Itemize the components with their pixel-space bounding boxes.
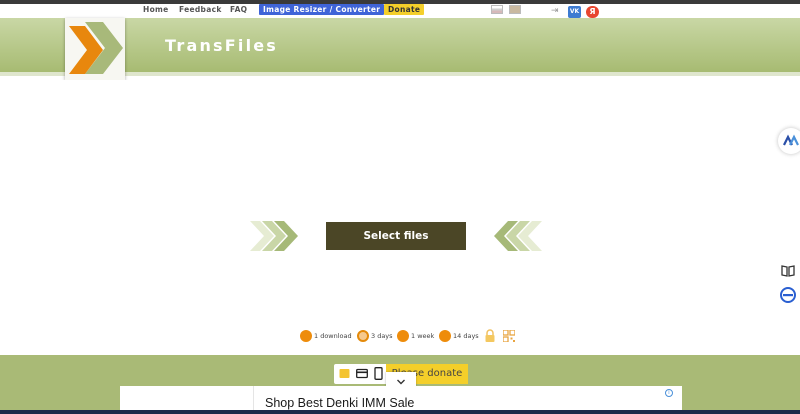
flag-english-icon[interactable] [509, 5, 521, 14]
assistant-logo-icon [783, 134, 799, 146]
vk-icon[interactable]: VK [568, 6, 581, 18]
option-3-days-radio[interactable] [357, 330, 369, 342]
arrows-left-decor-icon [494, 221, 542, 251]
bottom-strip [0, 410, 800, 414]
device-tabbar [334, 364, 390, 384]
ad-headline[interactable]: Shop Best Denki IMM Sale [265, 396, 414, 410]
nav-faq-link[interactable]: FAQ [230, 5, 247, 14]
ad-info-icon[interactable]: i [665, 389, 673, 397]
main-area [0, 80, 800, 354]
select-files-button[interactable]: Select files [326, 222, 466, 250]
option-1-week-radio[interactable] [397, 330, 409, 342]
ad-collapse-button[interactable] [386, 372, 416, 386]
translate-button[interactable] [775, 282, 800, 308]
folder-icon[interactable] [339, 368, 350, 379]
nav-image-resizer-link[interactable]: Image Resizer / Converter [259, 4, 385, 15]
option-1-download-radio[interactable] [300, 330, 312, 342]
logo-chevrons-icon [69, 22, 123, 74]
book-icon [781, 265, 795, 277]
card-icon[interactable] [356, 368, 368, 379]
reader-button[interactable] [775, 258, 800, 284]
arrows-right-decor-icon [250, 221, 298, 251]
option-label: 14 days [453, 332, 479, 340]
header-band: TransFiles [0, 18, 800, 80]
yandex-icon[interactable]: Я [586, 6, 599, 18]
login-icon[interactable]: ⇥ [551, 6, 559, 16]
site-title: TransFiles [165, 36, 279, 55]
flag-russian-icon[interactable] [491, 5, 503, 14]
site-logo[interactable] [65, 18, 125, 80]
qr-code-icon[interactable] [503, 330, 515, 342]
nav-feedback-link[interactable]: Feedback [179, 5, 222, 14]
nav-home-link[interactable]: Home [143, 5, 169, 14]
expiry-options: 1 download 3 days 1 week 14 days [0, 328, 800, 344]
top-nav: Home Feedback FAQ Image Resizer / Conver… [0, 4, 800, 18]
mobile-icon[interactable] [374, 367, 383, 380]
option-label: 1 week [411, 332, 435, 340]
circle-minus-icon [780, 287, 796, 303]
option-14-days-radio[interactable] [439, 330, 451, 342]
option-label: 1 download [314, 332, 352, 340]
nav-donate-link[interactable]: Donate [384, 4, 425, 15]
assistant-widget-button[interactable] [778, 128, 800, 154]
option-label: 3 days [371, 332, 393, 340]
lock-icon[interactable] [484, 329, 496, 343]
